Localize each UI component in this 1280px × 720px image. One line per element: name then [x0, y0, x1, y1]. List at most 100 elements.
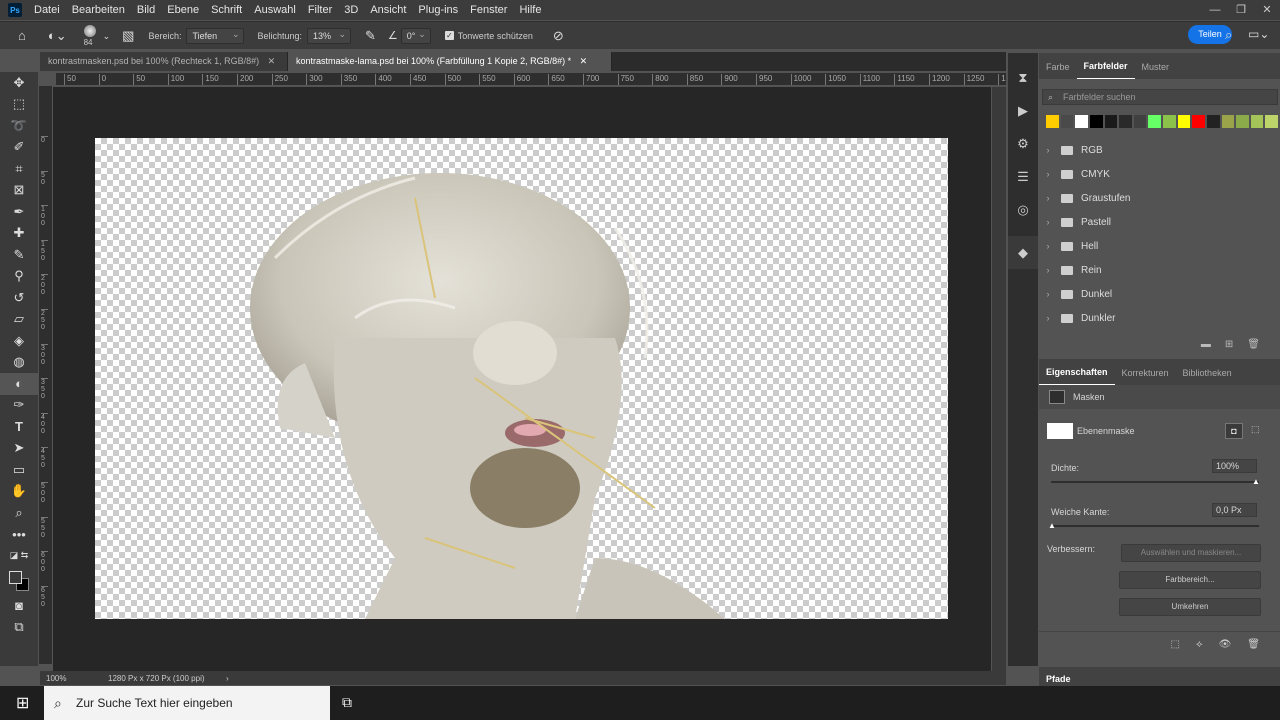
vector-mask-icon[interactable]: ⬚ — [1251, 424, 1260, 435]
close-icon[interactable]: ✕ — [268, 56, 276, 66]
pixel-mask-icon[interactable]: ◘ — [1225, 423, 1243, 439]
menu-ansicht[interactable]: Ansicht — [364, 0, 412, 20]
chevron-right-icon[interactable]: › — [1041, 289, 1055, 299]
actions-panel-icon[interactable]: ▶ — [1008, 94, 1038, 127]
menu-auswahl[interactable]: Auswahl — [248, 0, 302, 20]
foreground-color-icon[interactable] — [9, 570, 22, 584]
swatch-color[interactable] — [1265, 115, 1278, 128]
swatch-color[interactable] — [1192, 115, 1205, 128]
chevron-right-icon[interactable]: › — [1041, 241, 1055, 251]
mask-thumbnail[interactable] — [1047, 423, 1073, 439]
weiche-kante-input[interactable]: 0,0 Px — [1212, 503, 1257, 517]
swatch-color[interactable] — [1104, 115, 1118, 128]
rectangle-tool-icon[interactable]: ▭ — [0, 459, 38, 481]
color-swatches[interactable] — [0, 567, 38, 595]
minimize-button[interactable]: — — [1202, 0, 1228, 20]
swatch-color[interactable] — [1046, 115, 1059, 128]
dichte-input[interactable]: 100% — [1212, 459, 1257, 473]
folder-cmyk[interactable]: › CMYK — [1039, 162, 1280, 186]
move-tool-icon[interactable]: ✥ — [0, 72, 38, 94]
visibility-eye-icon[interactable]: 👁 — [1219, 639, 1232, 650]
paint-bucket-tool-icon[interactable]: ◈ — [0, 330, 38, 352]
history-brush-tool-icon[interactable]: ↺ — [0, 287, 38, 309]
menu-schrift[interactable]: Schrift — [205, 0, 248, 20]
swap-colors-icon[interactable]: ◪ ⇆ — [0, 545, 38, 567]
taskbar-search-input[interactable]: ⌕ Zur Suche Text hier eingeben — [44, 686, 330, 720]
crop-tool-icon[interactable]: ⌗ — [0, 158, 38, 180]
menu-plugins[interactable]: Plug-ins — [412, 0, 464, 20]
menu-ebene[interactable]: Ebene — [161, 0, 205, 20]
brush-tool-icon[interactable]: ✎ — [0, 244, 38, 266]
eyedropper-tool-icon[interactable]: ✒ — [0, 201, 38, 223]
select-and-mask-button[interactable]: Auswählen und maskieren... — [1121, 544, 1261, 562]
more-tools-icon[interactable]: ••• — [0, 524, 38, 546]
chevron-right-icon[interactable]: › — [1041, 193, 1055, 203]
menu-datei[interactable]: Datei — [28, 0, 66, 20]
folder-hell[interactable]: › Hell — [1039, 234, 1280, 258]
chevron-right-icon[interactable]: › — [1041, 265, 1055, 275]
swatch-color[interactable] — [1163, 115, 1176, 128]
belichtung-select[interactable]: 13% — [307, 27, 352, 44]
clone-stamp-tool-icon[interactable]: ⚲ — [0, 266, 38, 288]
menu-hilfe[interactable]: Hilfe — [513, 0, 547, 20]
screen-mode-icon[interactable]: ⧉ — [0, 616, 38, 638]
swatch-color[interactable] — [1089, 115, 1103, 128]
airbrush-icon[interactable]: ✎ — [365, 26, 376, 46]
type-tool-icon[interactable]: T — [0, 416, 38, 438]
chevron-right-icon[interactable]: › — [1041, 313, 1055, 323]
vertical-scrollbar[interactable] — [992, 87, 1006, 671]
workspace-icon[interactable]: ▭⌄ — [1248, 27, 1269, 41]
delete-icon[interactable]: 🗑 — [1247, 639, 1260, 650]
angle-input[interactable]: 0° — [400, 27, 431, 44]
color-range-button[interactable]: Farbbereich... — [1119, 571, 1261, 589]
pressure-icon[interactable]: ⊘ — [553, 26, 564, 46]
history-panel-icon[interactable]: ⧗ — [1008, 61, 1038, 94]
document-canvas[interactable] — [95, 138, 948, 619]
menu-filter[interactable]: Filter — [302, 0, 338, 20]
swatch-color[interactable] — [1133, 115, 1147, 128]
swatch-color[interactable] — [1236, 115, 1249, 128]
home-icon[interactable]: ⌂ — [18, 26, 26, 46]
tab-korrekturen[interactable]: Korrekturen — [1115, 368, 1176, 385]
load-selection-icon[interactable]: ⬚ — [1171, 639, 1180, 650]
zoom-level[interactable]: 100% — [46, 674, 92, 683]
healing-brush-tool-icon[interactable]: ✚ — [0, 223, 38, 245]
folder-rgb[interactable]: › RGB — [1039, 138, 1280, 162]
tab-muster[interactable]: Muster — [1135, 62, 1177, 79]
pen-tool-icon[interactable]: ✑ — [0, 395, 38, 417]
delete-icon[interactable]: 🗑 — [1247, 339, 1260, 350]
swatch-color[interactable] — [1177, 115, 1191, 128]
chevron-right-icon[interactable]: › — [1041, 145, 1055, 155]
close-window-button[interactable]: ✕ — [1254, 0, 1280, 20]
swatch-color[interactable] — [1206, 115, 1220, 128]
swatch-color[interactable] — [1250, 115, 1264, 128]
lasso-tool-icon[interactable]: ➰ — [0, 115, 38, 137]
sponge-tool-preset-icon[interactable]: ◐⌄ — [48, 26, 67, 46]
chevron-right-icon[interactable]: › — [1041, 217, 1055, 227]
weiche-slider-thumb[interactable]: ▲ — [1048, 521, 1056, 530]
new-swatch-icon[interactable]: ⊞ — [1225, 339, 1233, 350]
menu-3d[interactable]: 3D — [338, 0, 364, 20]
menu-bild[interactable]: Bild — [131, 0, 161, 20]
brush-settings-icon[interactable]: ▧ — [122, 26, 134, 46]
close-icon[interactable]: ✕ — [580, 56, 588, 66]
tab-eigenschaften[interactable]: Eigenschaften — [1039, 367, 1115, 385]
menu-bearbeiten[interactable]: Bearbeiten — [66, 0, 131, 20]
swatch-search-input[interactable]: ⌕ Farbfelder suchen — [1042, 89, 1278, 105]
layers-panel-icon[interactable]: ◆ — [1008, 236, 1038, 269]
frame-tool-icon[interactable]: ⊠ — [0, 180, 38, 202]
zoom-tool-icon[interactable]: ⌕ — [0, 502, 38, 524]
folder-pastell[interactable]: › Pastell — [1039, 210, 1280, 234]
folder-rein[interactable]: › Rein — [1039, 258, 1280, 282]
maximize-button[interactable]: ❐ — [1228, 0, 1254, 20]
bereich-select[interactable]: Tiefen — [186, 27, 245, 44]
channels-panel-icon[interactable]: ◎ — [1008, 193, 1038, 226]
tab-kontrastmaske-lama[interactable]: kontrastmaske-lama.psd bei 100% (Farbfül… — [288, 52, 612, 71]
swatch-color[interactable] — [1148, 115, 1161, 128]
apply-mask-icon[interactable]: ⟡ — [1196, 639, 1203, 650]
windows-start-icon[interactable]: ⊞ — [16, 693, 29, 713]
tab-farbe[interactable]: Farbe — [1039, 62, 1077, 79]
blur-tool-icon[interactable]: ◍ — [0, 352, 38, 374]
brush-preset-picker[interactable]: 84 — [81, 23, 99, 49]
adjustments-panel-icon[interactable]: ⚙ — [1008, 127, 1038, 160]
